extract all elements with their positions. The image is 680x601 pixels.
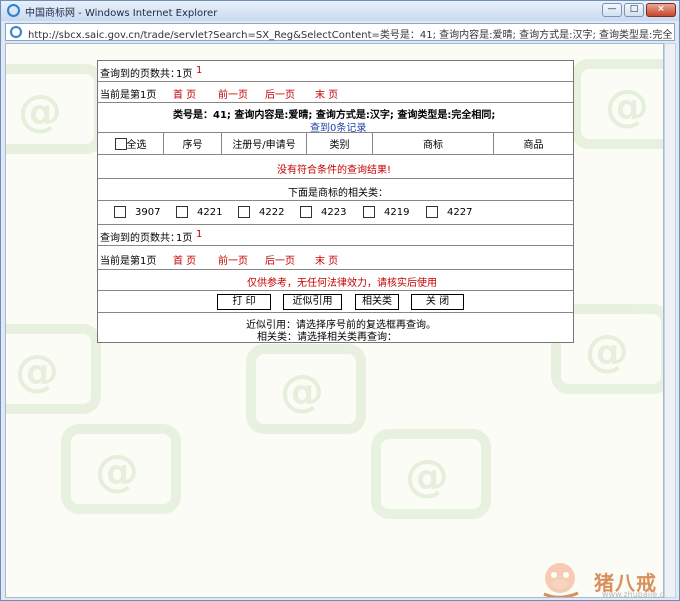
maximize-button[interactable]: □ bbox=[624, 3, 644, 17]
bottom-current-page-label: 当前是第1页 bbox=[100, 256, 157, 267]
class-checkbox[interactable] bbox=[114, 206, 126, 218]
background-logo bbox=[371, 429, 491, 519]
page-icon bbox=[10, 26, 22, 38]
address-bar[interactable]: http://sbcx.saic.gov.cn/trade/servlet?Se… bbox=[5, 23, 675, 41]
window-title: 中国商标网 - Windows Internet Explorer bbox=[25, 8, 218, 19]
bottom-previous-page-link[interactable]: 前一页 bbox=[218, 252, 248, 267]
related-class-4222[interactable]: 4222 bbox=[238, 206, 284, 218]
pig-logo-icon bbox=[543, 563, 579, 597]
registration-number-header: 注册号/申请号 bbox=[222, 133, 307, 154]
page-total-label: 查询到的页数共： bbox=[100, 69, 180, 80]
browser-window: 中国商标网 - Windows Internet Explorer — □ × … bbox=[0, 0, 680, 601]
related-title-row: 下面是商标的相关类： bbox=[98, 179, 573, 201]
background-logo bbox=[61, 424, 181, 514]
background-logo bbox=[246, 344, 366, 434]
related-class-3907[interactable]: 3907 bbox=[114, 206, 160, 218]
bottom-page-total-label: 查询到的页数共： bbox=[100, 233, 180, 244]
result-header-row: 全选 序号 注册号/申请号 类别 商标 商品 bbox=[98, 133, 573, 155]
bottom-page-total-value: 1页 bbox=[176, 233, 193, 244]
no-result-message: 没有符合条件的查询结果! bbox=[277, 165, 392, 176]
close-button[interactable]: 关 闭 bbox=[411, 294, 464, 310]
page-viewport: 查询到的页数共： 1页 1 当前是第1页 首 页 前一页 后一页 末 页 类号是… bbox=[5, 43, 664, 598]
related-class-4223[interactable]: 4223 bbox=[300, 206, 346, 218]
previous-page-link[interactable]: 前一页 bbox=[218, 86, 248, 101]
vertical-scrollbar[interactable] bbox=[664, 43, 676, 598]
class-code: 4219 bbox=[384, 207, 410, 218]
bottom-page-total-red: 1 bbox=[196, 229, 203, 240]
select-all-header[interactable]: 全选 bbox=[98, 133, 164, 154]
select-all-label: 全选 bbox=[126, 140, 147, 151]
address-text[interactable]: http://sbcx.saic.gov.cn/trade/servlet?Se… bbox=[28, 26, 672, 41]
class-checkbox[interactable] bbox=[176, 206, 188, 218]
pagination-row: 当前是第1页 首 页 前一页 后一页 末 页 bbox=[98, 82, 573, 103]
page-total-red: 1 bbox=[196, 65, 203, 76]
class-checkbox[interactable] bbox=[238, 206, 250, 218]
site-watermark: 猪八戒 www.zhubajie.com bbox=[536, 559, 664, 598]
class-code: 4221 bbox=[197, 207, 223, 218]
related-classes-button[interactable]: 相关类 bbox=[355, 294, 399, 310]
class-code: 4223 bbox=[321, 207, 347, 218]
class-header: 类别 bbox=[307, 133, 373, 154]
background-logo bbox=[6, 64, 104, 154]
help-row: 近似引用：请选择序号前的复选框再查询。 相关类：请选择相关类再查询： bbox=[98, 313, 573, 343]
ie-icon bbox=[7, 4, 20, 17]
class-code: 3907 bbox=[135, 207, 161, 218]
last-page-link[interactable]: 末 页 bbox=[315, 86, 338, 101]
watermark-url: www.zhubajie.com bbox=[602, 590, 664, 598]
select-all-checkbox[interactable] bbox=[114, 137, 127, 150]
no-result-row: 没有符合条件的查询结果! bbox=[98, 155, 573, 179]
background-logo bbox=[571, 59, 663, 149]
bottom-page-total-row: 查询到的页数共： 1页 1 bbox=[98, 225, 573, 246]
current-page-label: 当前是第1页 bbox=[100, 90, 157, 101]
page-total-value: 1页 bbox=[176, 69, 193, 80]
class-checkbox[interactable] bbox=[300, 206, 312, 218]
related-classes-help: 相关类：请选择相关类再查询： bbox=[257, 332, 397, 343]
bottom-first-page-link[interactable]: 首 页 bbox=[173, 252, 196, 267]
page-total-row: 查询到的页数共： 1页 1 bbox=[98, 61, 573, 82]
related-class-4219[interactable]: 4219 bbox=[363, 206, 409, 218]
background-logo bbox=[6, 324, 101, 414]
goods-header: 商品 bbox=[523, 140, 544, 151]
action-buttons-row: 打 印 近似引用 相关类 关 闭 bbox=[98, 291, 573, 313]
minimize-button[interactable]: — bbox=[602, 3, 622, 17]
class-code: 4222 bbox=[259, 207, 285, 218]
class-code: 4227 bbox=[447, 207, 473, 218]
close-window-button[interactable]: × bbox=[646, 3, 676, 17]
class-checkbox[interactable] bbox=[363, 206, 375, 218]
bottom-pagination-row: 当前是第1页 首 页 前一页 后一页 末 页 bbox=[98, 246, 573, 270]
next-page-link[interactable]: 后一页 bbox=[265, 86, 295, 101]
query-summary-row: 类号是：41; 查询内容是:爱晴; 查询方式是:汉字; 查询类型是:完全相同; … bbox=[98, 103, 573, 134]
disclaimer: 仅供参考，无任何法律效力，请核实后使用 bbox=[247, 278, 437, 289]
related-class-4227[interactable]: 4227 bbox=[426, 206, 472, 218]
found-records: 查到0条记录 bbox=[310, 123, 367, 134]
related-class-4221[interactable]: 4221 bbox=[176, 206, 222, 218]
related-classes-row: 3907 4221 4222 4223 4219 4227 bbox=[98, 201, 573, 225]
bottom-next-page-link[interactable]: 后一页 bbox=[265, 252, 295, 267]
print-button[interactable]: 打 印 bbox=[217, 294, 271, 310]
disclaimer-row: 仅供参考，无任何法律效力，请核实后使用 bbox=[98, 270, 573, 291]
similar-reference-button[interactable]: 近似引用 bbox=[283, 294, 342, 310]
search-result-panel: 查询到的页数共： 1页 1 当前是第1页 首 页 前一页 后一页 末 页 类号是… bbox=[97, 60, 574, 343]
bottom-last-page-link[interactable]: 末 页 bbox=[315, 252, 338, 267]
title-bar: 中国商标网 - Windows Internet Explorer — □ × bbox=[1, 1, 679, 21]
class-checkbox[interactable] bbox=[426, 206, 438, 218]
related-classes-title: 下面是商标的相关类： bbox=[288, 188, 388, 199]
trademark-header: 商标 bbox=[373, 133, 494, 154]
first-page-link[interactable]: 首 页 bbox=[173, 86, 196, 101]
serial-header: 序号 bbox=[164, 133, 222, 154]
